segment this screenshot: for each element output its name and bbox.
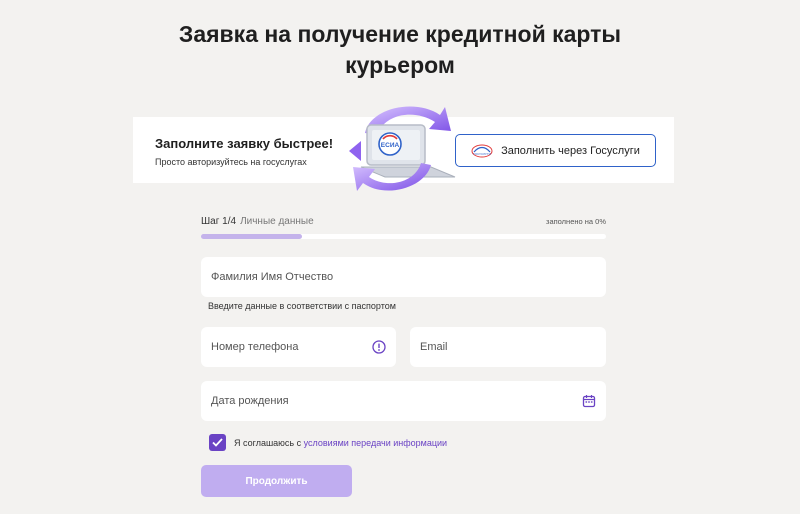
- phone-field[interactable]: Номер телефона: [201, 327, 396, 367]
- birthdate-placeholder: Дата рождения: [211, 395, 289, 407]
- agreement-terms-link[interactable]: условиями передачи информации: [304, 438, 447, 448]
- calendar-icon[interactable]: [582, 394, 596, 408]
- gosuslugi-button-label: Заполнить через Госуслуги: [501, 144, 640, 157]
- email-field[interactable]: Email: [410, 327, 606, 367]
- agreement-text: Я соглашаюсь с условиями передачи информ…: [234, 438, 447, 448]
- gosuslugi-fill-button[interactable]: ГОСУСЛУГИ Заполнить через Госуслуги: [455, 134, 656, 167]
- banner-subtitle: Просто авторизуйтесь на госуслугах: [155, 157, 307, 167]
- info-circle-icon[interactable]: [372, 340, 386, 354]
- step-indicator: Шаг 1/4 Личные данные заполнено на 0%: [201, 216, 606, 230]
- progress-bar: [201, 234, 606, 239]
- gosuslugi-banner: Заполните заявку быстрее! Просто авториз…: [133, 106, 674, 191]
- agreement-checkbox[interactable]: [209, 434, 226, 451]
- agreement-prefix: Я соглашаюсь с: [234, 437, 304, 448]
- svg-text:ЕСИА: ЕСИА: [381, 142, 400, 149]
- svg-text:ГОСУСЛУГИ: ГОСУСЛУГИ: [473, 152, 490, 156]
- step-number: Шаг 1/4: [201, 216, 237, 227]
- esia-laptop-illustration: ЕСИА: [349, 106, 456, 191]
- full-name-placeholder: Фамилия Имя Отчество: [211, 271, 334, 283]
- agreement-row: Я соглашаюсь с условиями передачи информ…: [209, 434, 447, 451]
- email-placeholder: Email: [420, 341, 448, 353]
- step-label: Шаг 1/4 Личные данные: [201, 216, 314, 227]
- banner-title: Заполните заявку быстрее!: [155, 136, 334, 151]
- progress-fill: [201, 234, 303, 239]
- full-name-hint: Введите данные в соответствии с паспорто…: [208, 301, 396, 311]
- gosuslugi-logo-icon: ГОСУСЛУГИ: [471, 144, 493, 157]
- checkmark-icon: [212, 438, 223, 447]
- filled-percent: заполнено на 0%: [546, 217, 606, 226]
- phone-placeholder: Номер телефона: [211, 341, 299, 353]
- birthdate-field[interactable]: Дата рождения: [201, 381, 606, 421]
- full-name-field[interactable]: Фамилия Имя Отчество: [201, 257, 606, 297]
- continue-button[interactable]: Продолжить: [201, 465, 352, 497]
- step-name: Личные данные: [240, 216, 314, 227]
- page-title: Заявка на получение кредитной карты курь…: [178, 21, 622, 78]
